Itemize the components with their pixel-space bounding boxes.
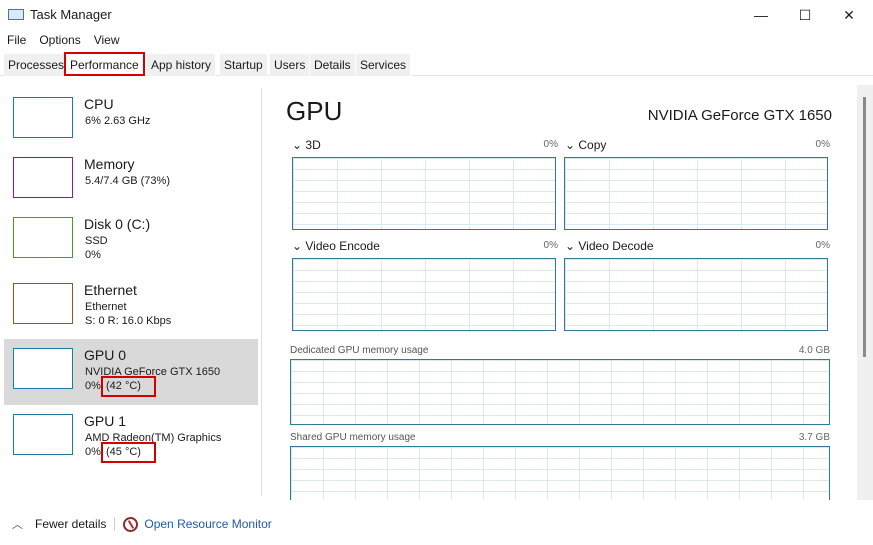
open-resource-monitor-link[interactable]: Open Resource Monitor (144, 517, 271, 531)
highlight-box (101, 376, 156, 397)
resource-sidebar: CPU 6% 2.63 GHz Memory 5.4/7.4 GB (73%) … (0, 88, 262, 496)
shared-memory-label: Shared GPU memory usage (290, 432, 416, 443)
dedicated-memory-graph (290, 359, 830, 425)
sidebar-item-name: Memory (84, 156, 135, 172)
engine-copy-graph (564, 157, 828, 230)
sidebar-item-memory[interactable]: Memory 5.4/7.4 GB (73%) (4, 148, 258, 214)
engine-video-encode-graph (292, 258, 556, 331)
dedicated-memory-label: Dedicated GPU memory usage (290, 345, 429, 356)
menu-view[interactable]: View (87, 30, 126, 50)
gpu-model-name: NVIDIA GeForce GTX 1650 (647, 107, 832, 124)
menu-options[interactable]: Options (32, 30, 86, 50)
sidebar-item-name: GPU 1 (84, 413, 127, 429)
sidebar-item-usage: 0% (85, 249, 101, 261)
engine-copy-selector[interactable]: ⌄ Copy (565, 138, 606, 152)
engine-label: 3D (305, 138, 321, 152)
tab-details[interactable]: Details (310, 54, 356, 76)
chevron-down-icon: ⌄ (565, 239, 579, 253)
sidebar-item-name: GPU 0 (84, 347, 127, 363)
chevron-down-icon: ⌄ (292, 138, 306, 152)
sidebar-item-usage: 0% (85, 380, 101, 392)
engine-copy-value: 0% (815, 139, 830, 150)
task-manager-icon (8, 9, 24, 20)
sidebar-item-ethernet[interactable]: Ethernet Ethernet S: 0 R: 16.0 Kbps (4, 274, 258, 340)
page-title: GPU (286, 96, 343, 126)
engine-video-decode-value: 0% (815, 240, 830, 251)
sidebar-item-name: Ethernet (84, 282, 137, 298)
gpu1-thumbnail-graph (13, 414, 73, 455)
tab-bar: Processes Performance App history Startu… (0, 52, 873, 76)
disk-thumbnail-graph (13, 217, 73, 258)
footer: ︿ Fewer details Open Resource Monitor (0, 512, 272, 536)
ethernet-thumbnail-graph (13, 283, 73, 324)
chevron-up-icon[interactable]: ︿ (12, 516, 23, 532)
resource-monitor-icon (123, 516, 139, 532)
sidebar-item-cpu[interactable]: CPU 6% 2.63 GHz (4, 88, 258, 154)
gpu0-thumbnail-graph (13, 348, 73, 389)
sidebar-item-detail: Ethernet (85, 301, 127, 313)
shared-memory-graph (290, 446, 830, 500)
menu-file[interactable]: File (0, 30, 32, 50)
cpu-thumbnail-graph (13, 97, 73, 138)
engine-label: Video Decode (578, 239, 654, 253)
tab-startup[interactable]: Startup (220, 54, 268, 76)
tab-app-history[interactable]: App history (147, 54, 217, 76)
engine-video-encode-selector[interactable]: ⌄ Video Encode (292, 239, 380, 253)
engine-video-decode-selector[interactable]: ⌄ Video Decode (565, 239, 654, 253)
engine-3d-selector[interactable]: ⌄ 3D (292, 138, 321, 152)
fewer-details-button[interactable]: Fewer details (35, 517, 106, 531)
tab-performance[interactable]: Performance (64, 52, 145, 76)
tab-users[interactable]: Users (270, 54, 311, 76)
engine-3d-graph (292, 157, 556, 230)
dedicated-memory-value: 4.0 GB (798, 345, 830, 356)
engine-video-decode-graph (564, 258, 828, 331)
memory-thumbnail-graph (13, 157, 73, 198)
sidebar-item-detail: 5.4/7.4 GB (73%) (85, 175, 170, 187)
sidebar-item-usage: S: 0 R: 16.0 Kbps (85, 315, 172, 327)
shared-memory-value: 3.7 GB (798, 432, 830, 443)
engine-label: Video Encode (305, 239, 380, 253)
title-bar: Task Manager — ☐ ✕ (0, 0, 873, 30)
sidebar-item-gpu-0[interactable]: GPU 0 NVIDIA GeForce GTX 1650 0% (42 °C) (4, 339, 258, 405)
tab-processes[interactable]: Processes (4, 54, 70, 76)
sidebar-item-name: Disk 0 (C:) (84, 216, 151, 232)
chevron-down-icon: ⌄ (565, 138, 579, 152)
sidebar-item-name: CPU (84, 96, 114, 112)
engine-label: Copy (578, 138, 607, 152)
menu-bar: File Options View (0, 30, 126, 50)
engine-video-encode-value: 0% (543, 240, 558, 251)
maximize-button[interactable]: ☐ (785, 4, 825, 26)
scrollbar-thumb[interactable] (863, 97, 866, 357)
tab-services[interactable]: Services (356, 54, 412, 76)
chevron-down-icon: ⌄ (292, 239, 306, 253)
engine-3d-value: 0% (543, 139, 558, 150)
sidebar-item-detail: 6% 2.63 GHz (85, 115, 151, 127)
minimize-button[interactable]: — (741, 4, 781, 26)
sidebar-item-usage: 0% (85, 446, 101, 458)
close-button[interactable]: ✕ (829, 4, 869, 26)
sidebar-item-detail: SSD (85, 235, 108, 247)
sidebar-item-disk[interactable]: Disk 0 (C:) SSD 0% (4, 208, 258, 274)
highlight-box (101, 442, 156, 463)
sidebar-item-gpu-1[interactable]: GPU 1 AMD Radeon(TM) Graphics 0% (45 °C) (4, 405, 258, 471)
window-title: Task Manager (30, 7, 112, 22)
divider (114, 517, 116, 531)
